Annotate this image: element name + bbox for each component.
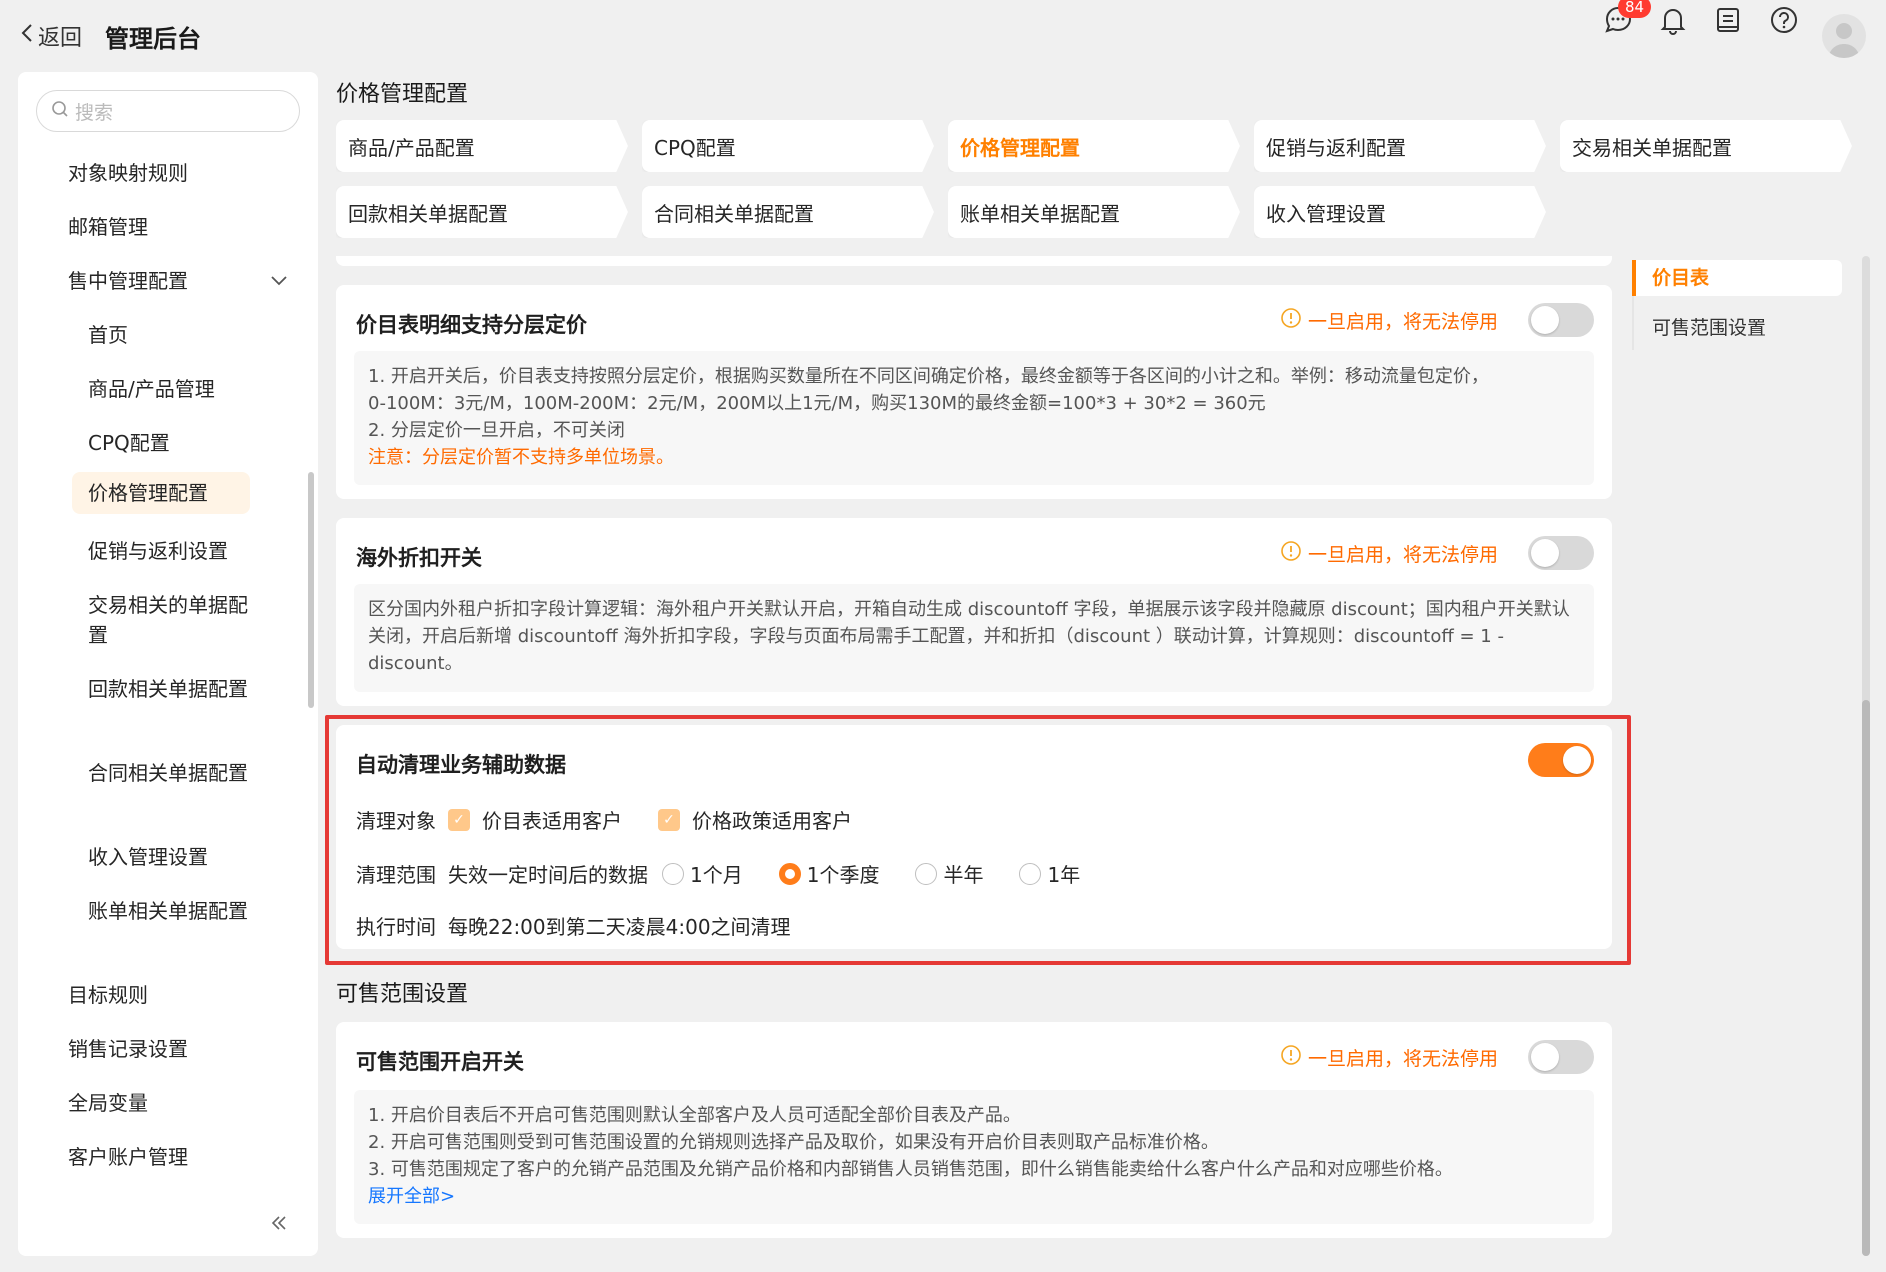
sidebar-item-revenue-management[interactable]: 收入管理设置: [88, 842, 258, 872]
sidebar-item-customer-account[interactable]: 客户账户管理: [68, 1142, 188, 1172]
avatar[interactable]: [1822, 14, 1866, 58]
tiered-pricing-card: 价目表明细支持分层定价 一旦启用，将无法停用 1. 开启开关后，价目表支持按照分…: [336, 285, 1612, 499]
question-circle-icon: [1769, 5, 1799, 39]
tab-trade-documents[interactable]: 交易相关单据配置: [1560, 120, 1852, 172]
tiered-pricing-toggle[interactable]: [1528, 303, 1594, 337]
tab-payment-documents[interactable]: 回款相关单据配置: [336, 186, 628, 238]
help-button[interactable]: [1764, 0, 1804, 44]
main-scrollbar[interactable]: [1862, 700, 1870, 1256]
highlight-box: [325, 715, 1631, 965]
top-bar: 返回 管理后台 84: [0, 0, 1886, 70]
warning-circle-icon: [1280, 540, 1302, 567]
anchor-pricebook[interactable]: 价目表: [1632, 260, 1842, 296]
tab-price-management[interactable]: 价格管理配置: [948, 120, 1240, 172]
desc-line: 2. 分层定价一旦开启，不可关闭: [368, 420, 625, 441]
sidebar-item-object-mapping[interactable]: 对象映射规则: [68, 158, 188, 188]
tab-promotion-config[interactable]: 促销与返利配置: [1254, 120, 1546, 172]
warning-circle-icon: [1280, 307, 1302, 334]
overseas-discount-card: 海外折扣开关 一旦启用，将无法停用 区分国内外租户折扣字段计算逻辑：海外租户开关…: [336, 518, 1612, 706]
previous-card-edge: [336, 256, 1612, 266]
warning-text: 一旦启用，将无法停用: [1280, 540, 1498, 567]
double-chevron-left-icon: [270, 1213, 288, 1238]
sidebar-item-home[interactable]: 首页: [88, 320, 258, 350]
collapse-sidebar-button[interactable]: [270, 1213, 288, 1238]
sidebar-item-global-variables[interactable]: 全局变量: [68, 1088, 148, 1118]
anchor-saleable-scope[interactable]: 可售范围设置: [1632, 310, 1842, 346]
sidebar-item-in-sale-config[interactable]: 售中管理配置: [68, 266, 288, 296]
bell-icon: [1659, 5, 1687, 39]
sidebar-item-payment-documents[interactable]: 回款相关单据配置: [88, 674, 258, 704]
tasks-button[interactable]: [1708, 0, 1748, 44]
warning-label: 一旦启用，将无法停用: [1307, 1048, 1498, 1070]
sidebar: 搜索 对象映射规则 邮箱管理 售中管理配置 首页 商品/产品管理 CPQ配置 价…: [18, 72, 318, 1256]
search-input[interactable]: 搜索: [36, 90, 300, 132]
overseas-discount-toggle[interactable]: [1528, 536, 1594, 570]
warning-label: 一旦启用，将无法停用: [1307, 311, 1498, 333]
sidebar-item-sales-record[interactable]: 销售记录设置: [68, 1034, 188, 1064]
chevron-down-icon: [270, 266, 288, 304]
desc-line: 0-100M：3元/M，100M-200M：2元/M，200M以上1元/M，购买…: [368, 393, 1266, 414]
warning-text: 一旦启用，将无法停用: [1280, 307, 1498, 334]
description-box: 区分国内外租户折扣字段计算逻辑：海外租户开关默认开启，开箱自动生成 discou…: [354, 584, 1594, 692]
card-title: 价目表明细支持分层定价: [356, 313, 587, 337]
description-box: 1. 开启价目表后不开启可售范围则默认全部客户及人员可适配全部价目表及产品。 2…: [354, 1090, 1594, 1224]
search-icon: [51, 100, 69, 123]
sidebar-group-label: 售中管理配置: [68, 269, 188, 293]
sidebar-item-billing-documents[interactable]: 账单相关单据配置: [88, 896, 258, 926]
chevron-left-icon: [20, 22, 34, 50]
description-box: 1. 开启开关后，价目表支持按照分层定价，根据购买数量所在不同区间确定价格，最终…: [354, 351, 1594, 485]
desc-line: 2. 开启可售范围则受到可售范围设置的允销规则选择产品及取价，如果没有开启价目表…: [368, 1132, 1219, 1153]
sidebar-item-mailbox[interactable]: 邮箱管理: [68, 212, 148, 242]
message-count-badge: 84: [1618, 0, 1652, 18]
saleable-scope-card: 可售范围开启开关 一旦启用，将无法停用 1. 开启价目表后不开启可售范围则默认全…: [336, 1022, 1612, 1238]
desc-line: 3. 可售范围规定了客户的允销产品范围及允销产品价格和内部销售人员销售范围，即什…: [368, 1159, 1453, 1180]
desc-line: 1. 开启开关后，价目表支持按照分层定价，根据购买数量所在不同区间确定价格，最终…: [368, 366, 1489, 387]
sidebar-item-cpq[interactable]: CPQ配置: [88, 428, 258, 458]
back-label: 返回: [38, 26, 83, 51]
back-button[interactable]: 返回: [20, 20, 82, 52]
search-placeholder: 搜索: [75, 101, 114, 124]
warning-label: 一旦启用，将无法停用: [1307, 544, 1498, 566]
desc-note: 注意：分层定价暂不支持多单位场景。: [368, 447, 674, 468]
desc-line: 1. 开启价目表后不开启可售范围则默认全部客户及人员可适配全部价目表及产品。: [368, 1105, 1021, 1126]
card-title: 海外折扣开关: [356, 546, 482, 570]
notification-button[interactable]: [1653, 0, 1693, 44]
app-title: 管理后台: [105, 25, 201, 53]
tab-product-config[interactable]: 商品/产品配置: [336, 120, 628, 172]
sidebar-item-price-management[interactable]: 价格管理配置: [72, 472, 250, 514]
scope-section-title: 可售范围设置: [336, 982, 469, 1007]
sidebar-item-promotion[interactable]: 促销与返利设置: [88, 536, 258, 566]
tab-revenue-settings[interactable]: 收入管理设置: [1254, 186, 1546, 238]
expand-all-link[interactable]: 展开全部>: [368, 1183, 1580, 1210]
message-button[interactable]: 84: [1598, 0, 1652, 44]
warning-text: 一旦启用，将无法停用: [1280, 1044, 1498, 1071]
sidebar-item-target-rules[interactable]: 目标规则: [68, 980, 148, 1010]
warning-circle-icon: [1280, 1044, 1302, 1071]
saleable-scope-toggle[interactable]: [1528, 1040, 1594, 1074]
sidebar-scrollbar[interactable]: [308, 472, 314, 708]
card-title: 可售范围开启开关: [356, 1050, 524, 1074]
tab-contract-documents[interactable]: 合同相关单据配置: [642, 186, 934, 238]
sidebar-item-contract-documents[interactable]: 合同相关单据配置: [88, 758, 258, 788]
sidebar-item-trade-documents[interactable]: 交易相关的单据配置: [88, 590, 258, 650]
sidebar-item-product-management[interactable]: 商品/产品管理: [88, 374, 258, 404]
clipboard-icon: [1714, 5, 1742, 39]
tab-billing-documents[interactable]: 账单相关单据配置: [948, 186, 1240, 238]
tab-cpq-config[interactable]: CPQ配置: [642, 120, 934, 172]
page-title: 价格管理配置: [336, 82, 469, 107]
